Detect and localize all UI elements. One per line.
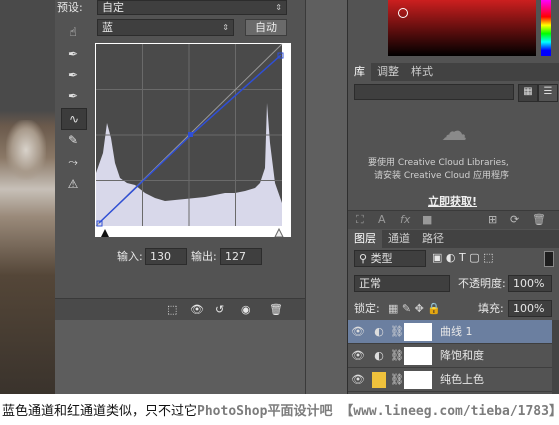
- eyedropper-white-icon[interactable]: ✒: [63, 86, 83, 106]
- link-icon: ⛓: [390, 325, 404, 338]
- output-label: 输出:: [191, 250, 217, 263]
- fill-color-thumbnail: [372, 371, 386, 388]
- input-field[interactable]: 130: [145, 248, 187, 265]
- channel-dropdown[interactable]: 蓝 ⇕: [97, 19, 234, 36]
- clip-to-layer-icon[interactable]: ⬚: [167, 303, 177, 317]
- adjustment-icon: ◐: [374, 349, 384, 362]
- search-icon: ⚲: [359, 252, 368, 265]
- eye-icon[interactable]: 👁: [348, 373, 368, 386]
- stock-icon[interactable]: ⊞: [488, 213, 497, 227]
- preset-label: 预设:: [57, 1, 83, 14]
- color-picker-field[interactable]: [388, 0, 536, 56]
- hue-slider[interactable]: [541, 0, 551, 56]
- tab-library[interactable]: 库: [348, 63, 371, 81]
- library-message-2: 请安装 Creative Cloud 应用程序: [374, 171, 510, 181]
- link-icon: ⛓: [390, 373, 404, 386]
- channel-value: 蓝: [102, 21, 113, 34]
- fill-label: 填充:: [478, 302, 504, 315]
- layers-list: 👁 ◐ ⛓ 曲线 1 👁 ◐ ⛓ 降饱和度 👁 ⛓ 纯色上色: [348, 320, 559, 392]
- grid-view-icon[interactable]: ▦: [518, 84, 538, 102]
- tab-layers[interactable]: 图层: [348, 230, 382, 248]
- layer-name: 纯色上色: [440, 372, 484, 386]
- panel-dock-strip: [305, 0, 348, 394]
- layer-name: 降饱和度: [440, 348, 484, 362]
- layer-mask-thumbnail: [404, 322, 432, 341]
- target-adjust-icon[interactable]: ☝: [63, 22, 83, 42]
- delete-icon[interactable]: 🗑: [269, 303, 283, 317]
- filter-toggle[interactable]: [544, 251, 554, 267]
- curves-tools: ☝ ✒ ✒ ✒ ∿ ✎ ⤳ ⚠: [55, 22, 91, 192]
- layer-mask-thumbnail: [404, 370, 432, 389]
- properties-panel: 预设: 自定 ⇕ 蓝 ⇕ 自动 ☝ ✒ ✒ ✒ ∿ ✎ ⤳ ⚠ 输入: 130 …: [55, 0, 305, 310]
- curve-graph[interactable]: [95, 43, 291, 237]
- chevron-updown-icon: ⇕: [222, 23, 229, 32]
- watermark: PhotoShop平面设计吧 【www.lineeg.com/tieba/178…: [197, 404, 559, 419]
- view-previous-icon[interactable]: 👁: [190, 303, 204, 317]
- eyedropper-black-icon[interactable]: ✒: [63, 44, 83, 64]
- preset-dropdown[interactable]: 自定 ⇕: [97, 0, 287, 15]
- library-delete-icon[interactable]: 🗑: [532, 213, 546, 227]
- library-dropdown[interactable]: [354, 84, 514, 100]
- caption-text: 蓝色通道和红通道类似，只不过它: [2, 404, 198, 419]
- auto-button[interactable]: 自动: [245, 19, 287, 36]
- library-message-1: 要使用 Creative Cloud Libraries,: [368, 158, 509, 168]
- right-panels: 库 调整 样式 ▦ ☰ ☁ 要使用 Creative Cloud Librari…: [347, 0, 559, 394]
- eye-icon[interactable]: 👁: [348, 325, 368, 338]
- layers-scrollbar[interactable]: [552, 320, 559, 394]
- preset-value: 自定: [102, 1, 124, 14]
- library-tabs: 库 调整 样式: [348, 63, 559, 81]
- layer-filter-dropdown[interactable]: ⚲ 类型: [354, 250, 426, 267]
- get-now-link[interactable]: 立即获取!: [428, 195, 477, 209]
- add-graphic-icon[interactable]: ⛶: [356, 213, 364, 227]
- blend-mode-value: 正常: [359, 277, 381, 290]
- library-footer: ⛶ A fx ■ ⊞ ⟳ 🗑: [348, 210, 559, 229]
- list-view-icon[interactable]: ☰: [538, 84, 558, 102]
- sync-icon[interactable]: ⟳: [510, 213, 519, 227]
- visibility-icon[interactable]: ◉: [241, 303, 251, 317]
- color-picker-cursor[interactable]: [398, 8, 408, 18]
- layer-filter-icons[interactable]: ▣ ◐ T ▢ ⬚: [432, 251, 493, 265]
- layer-name: 曲线 1: [440, 324, 473, 338]
- output-field[interactable]: 127: [220, 248, 262, 265]
- reset-icon[interactable]: ↺: [215, 303, 224, 317]
- curve-point-icon[interactable]: ∿: [61, 108, 87, 130]
- layer-row[interactable]: 👁 ⛓ 纯色上色: [348, 368, 559, 392]
- tab-channels[interactable]: 通道: [382, 230, 416, 248]
- properties-footer: ⬚ 👁 ↺ ◉ 🗑: [55, 298, 305, 321]
- add-color-icon[interactable]: ■: [422, 213, 432, 227]
- lock-icons[interactable]: ▦ ✎ ✥ 🔒: [388, 302, 441, 316]
- layer-mask-thumbnail: [404, 346, 432, 365]
- caption: 蓝色通道和红通道类似，只不过它PhotoShop平面设计吧 【www.linee…: [2, 400, 559, 419]
- cloud-disabled-icon: ☁: [441, 117, 467, 147]
- pencil-icon[interactable]: ✎: [63, 130, 83, 150]
- opacity-label: 不透明度:: [458, 277, 506, 290]
- opacity-field[interactable]: 100%: [508, 275, 552, 292]
- add-text-icon[interactable]: A: [378, 213, 386, 227]
- smooth-icon[interactable]: ⤳: [63, 152, 83, 172]
- filter-kind-value: 类型: [370, 252, 393, 265]
- screenshot-area: 预设: 自定 ⇕ 蓝 ⇕ 自动 ☝ ✒ ✒ ✒ ∿ ✎ ⤳ ⚠ 输入: 130 …: [0, 0, 559, 394]
- eyedropper-gray-icon[interactable]: ✒: [63, 65, 83, 85]
- blend-mode-dropdown[interactable]: 正常: [354, 275, 450, 292]
- eye-icon[interactable]: 👁: [348, 349, 368, 362]
- layer-row[interactable]: 👁 ◐ ⛓ 降饱和度: [348, 344, 559, 368]
- tab-adjustments[interactable]: 调整: [371, 63, 405, 81]
- curve-point[interactable]: [188, 132, 193, 137]
- input-label: 输入:: [117, 250, 143, 263]
- chevron-updown-icon: ⇕: [275, 3, 282, 12]
- tab-paths[interactable]: 路径: [416, 230, 450, 248]
- lock-label: 锁定:: [354, 302, 380, 315]
- clipping-warning-icon[interactable]: ⚠: [63, 174, 83, 194]
- layer-row-selected[interactable]: 👁 ◐ ⛓ 曲线 1: [348, 320, 559, 344]
- tab-styles[interactable]: 样式: [405, 63, 439, 81]
- fx-icon[interactable]: fx: [400, 213, 410, 227]
- adjustment-icon: ◐: [374, 325, 384, 338]
- canvas-photo: [0, 0, 55, 394]
- fill-field[interactable]: 100%: [508, 300, 552, 317]
- link-icon: ⛓: [390, 349, 404, 362]
- layers-tabs: 图层 通道 路径: [348, 230, 559, 248]
- document-area: [55, 320, 305, 394]
